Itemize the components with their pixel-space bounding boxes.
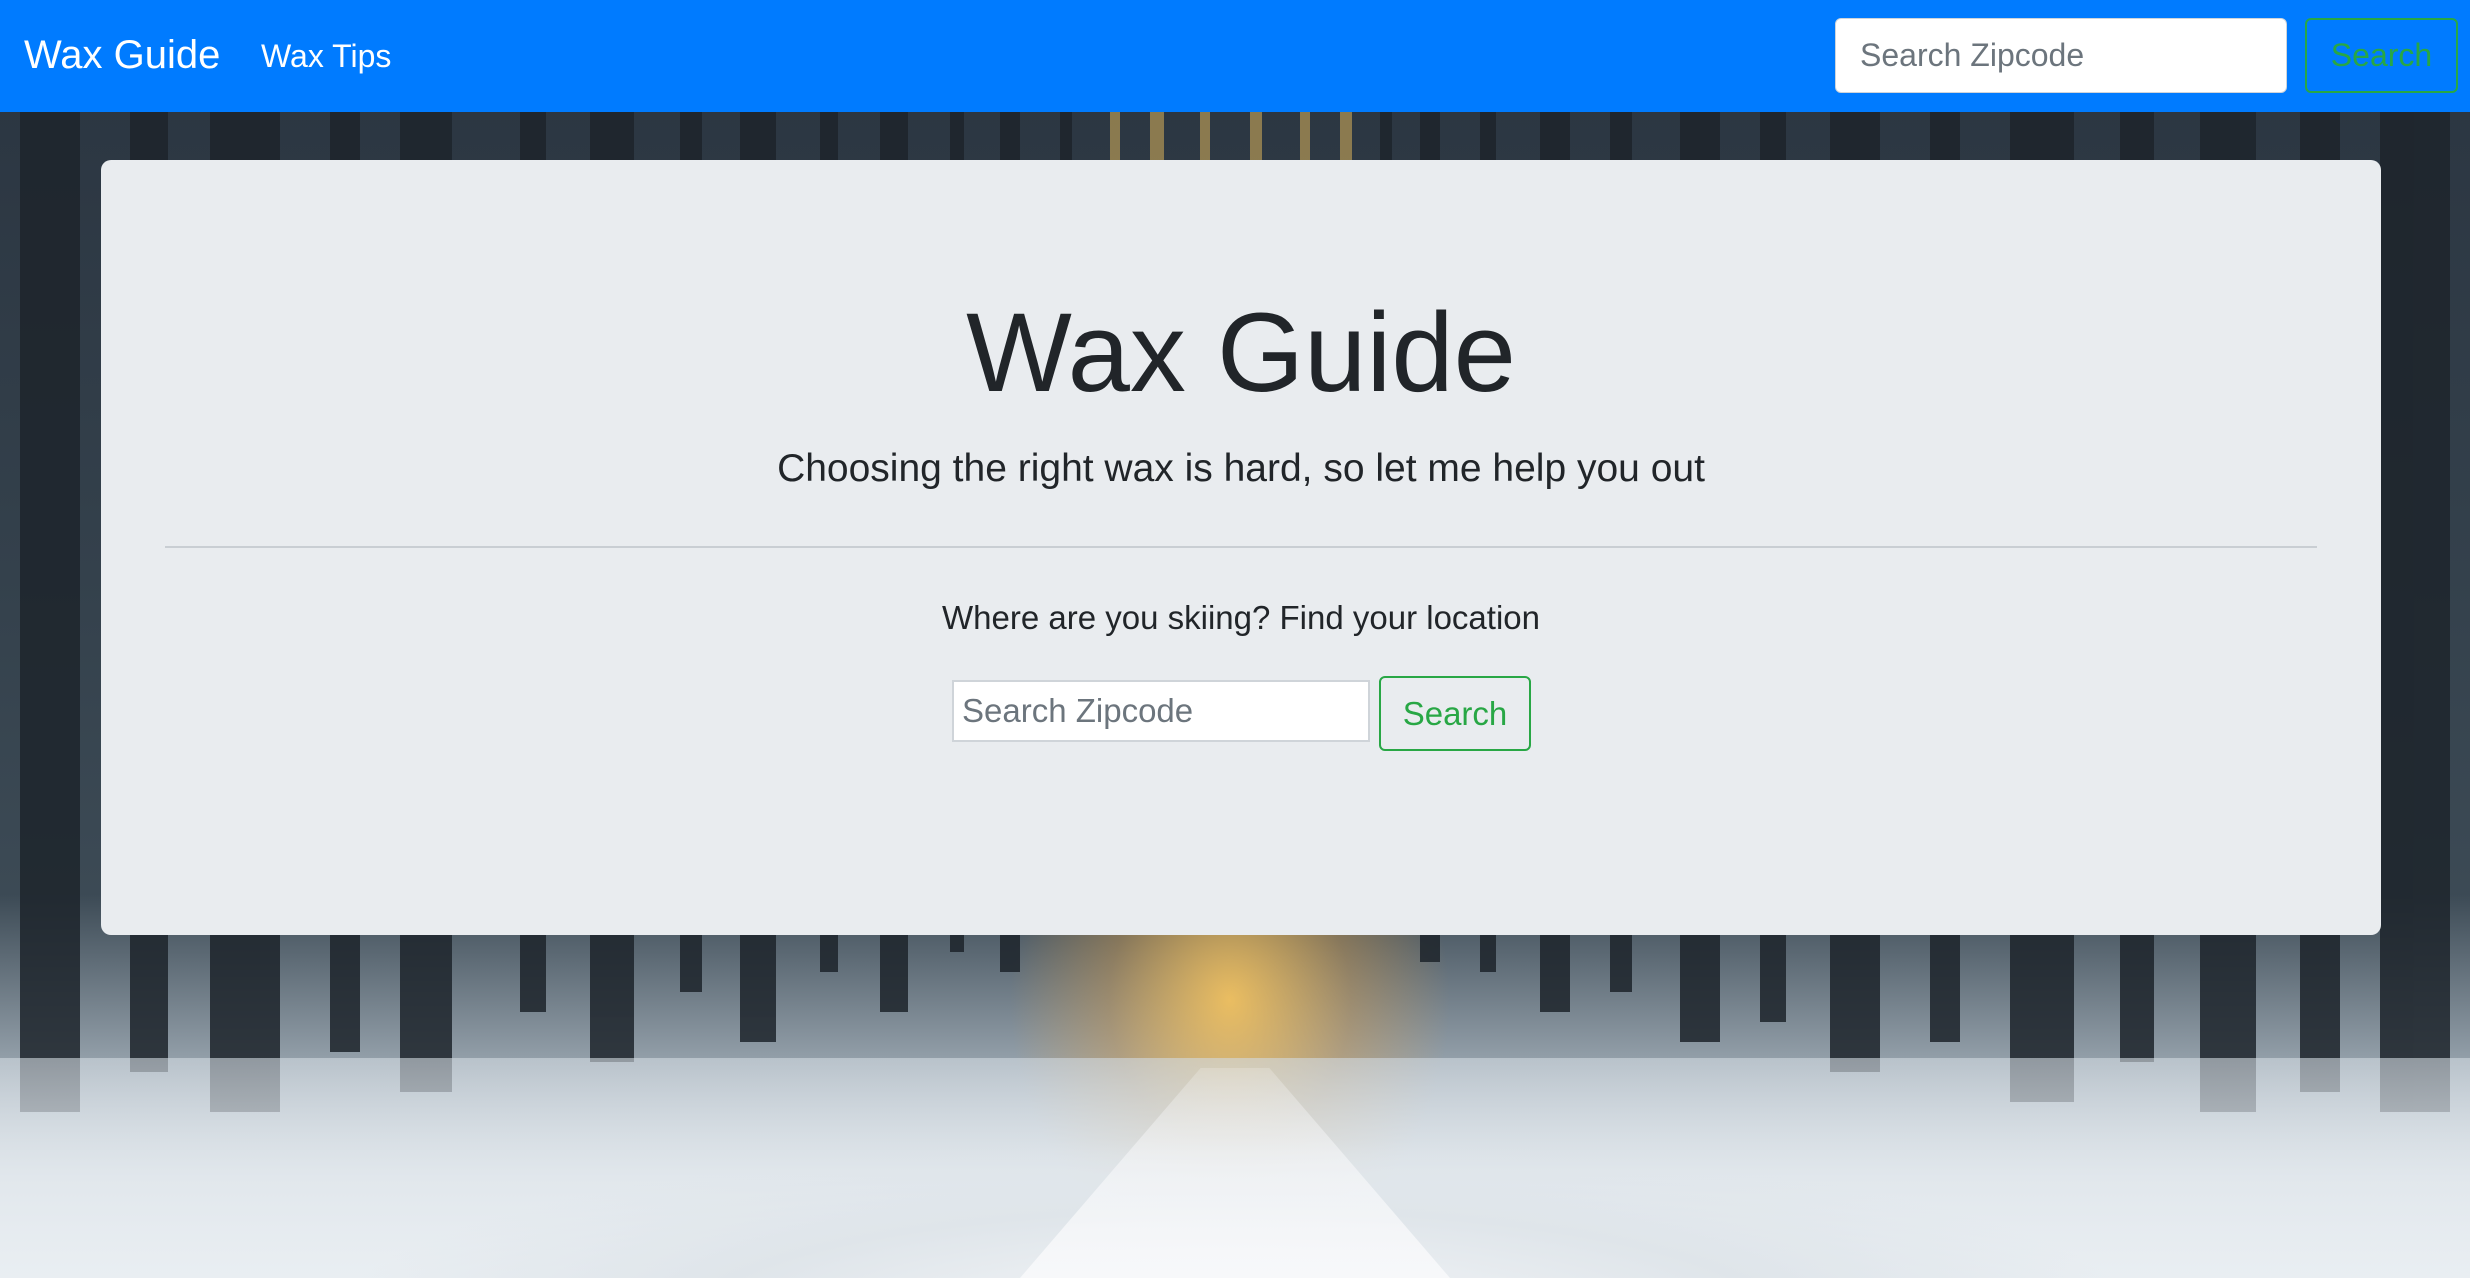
zipcode-search-input[interactable] bbox=[952, 680, 1370, 742]
hero-title: Wax Guide bbox=[966, 290, 1516, 415]
hero-lead-text: Choosing the right wax is hard, so let m… bbox=[777, 447, 1705, 490]
navbar-search-button[interactable]: Search bbox=[2305, 18, 2458, 93]
zipcode-search-button[interactable]: Search bbox=[1379, 676, 1531, 751]
hero-divider bbox=[165, 546, 2317, 548]
hero-jumbotron: Wax Guide Choosing the right wax is hard… bbox=[101, 160, 2381, 935]
navbar-search-input[interactable] bbox=[1835, 18, 2287, 93]
location-prompt: Where are you skiing? Find your location bbox=[942, 599, 1540, 636]
nav-link-wax-tips[interactable]: Wax Tips bbox=[261, 36, 391, 76]
navbar-brand[interactable]: Wax Guide bbox=[24, 30, 220, 80]
top-navbar: Wax Guide Wax Tips Search bbox=[0, 0, 2470, 112]
